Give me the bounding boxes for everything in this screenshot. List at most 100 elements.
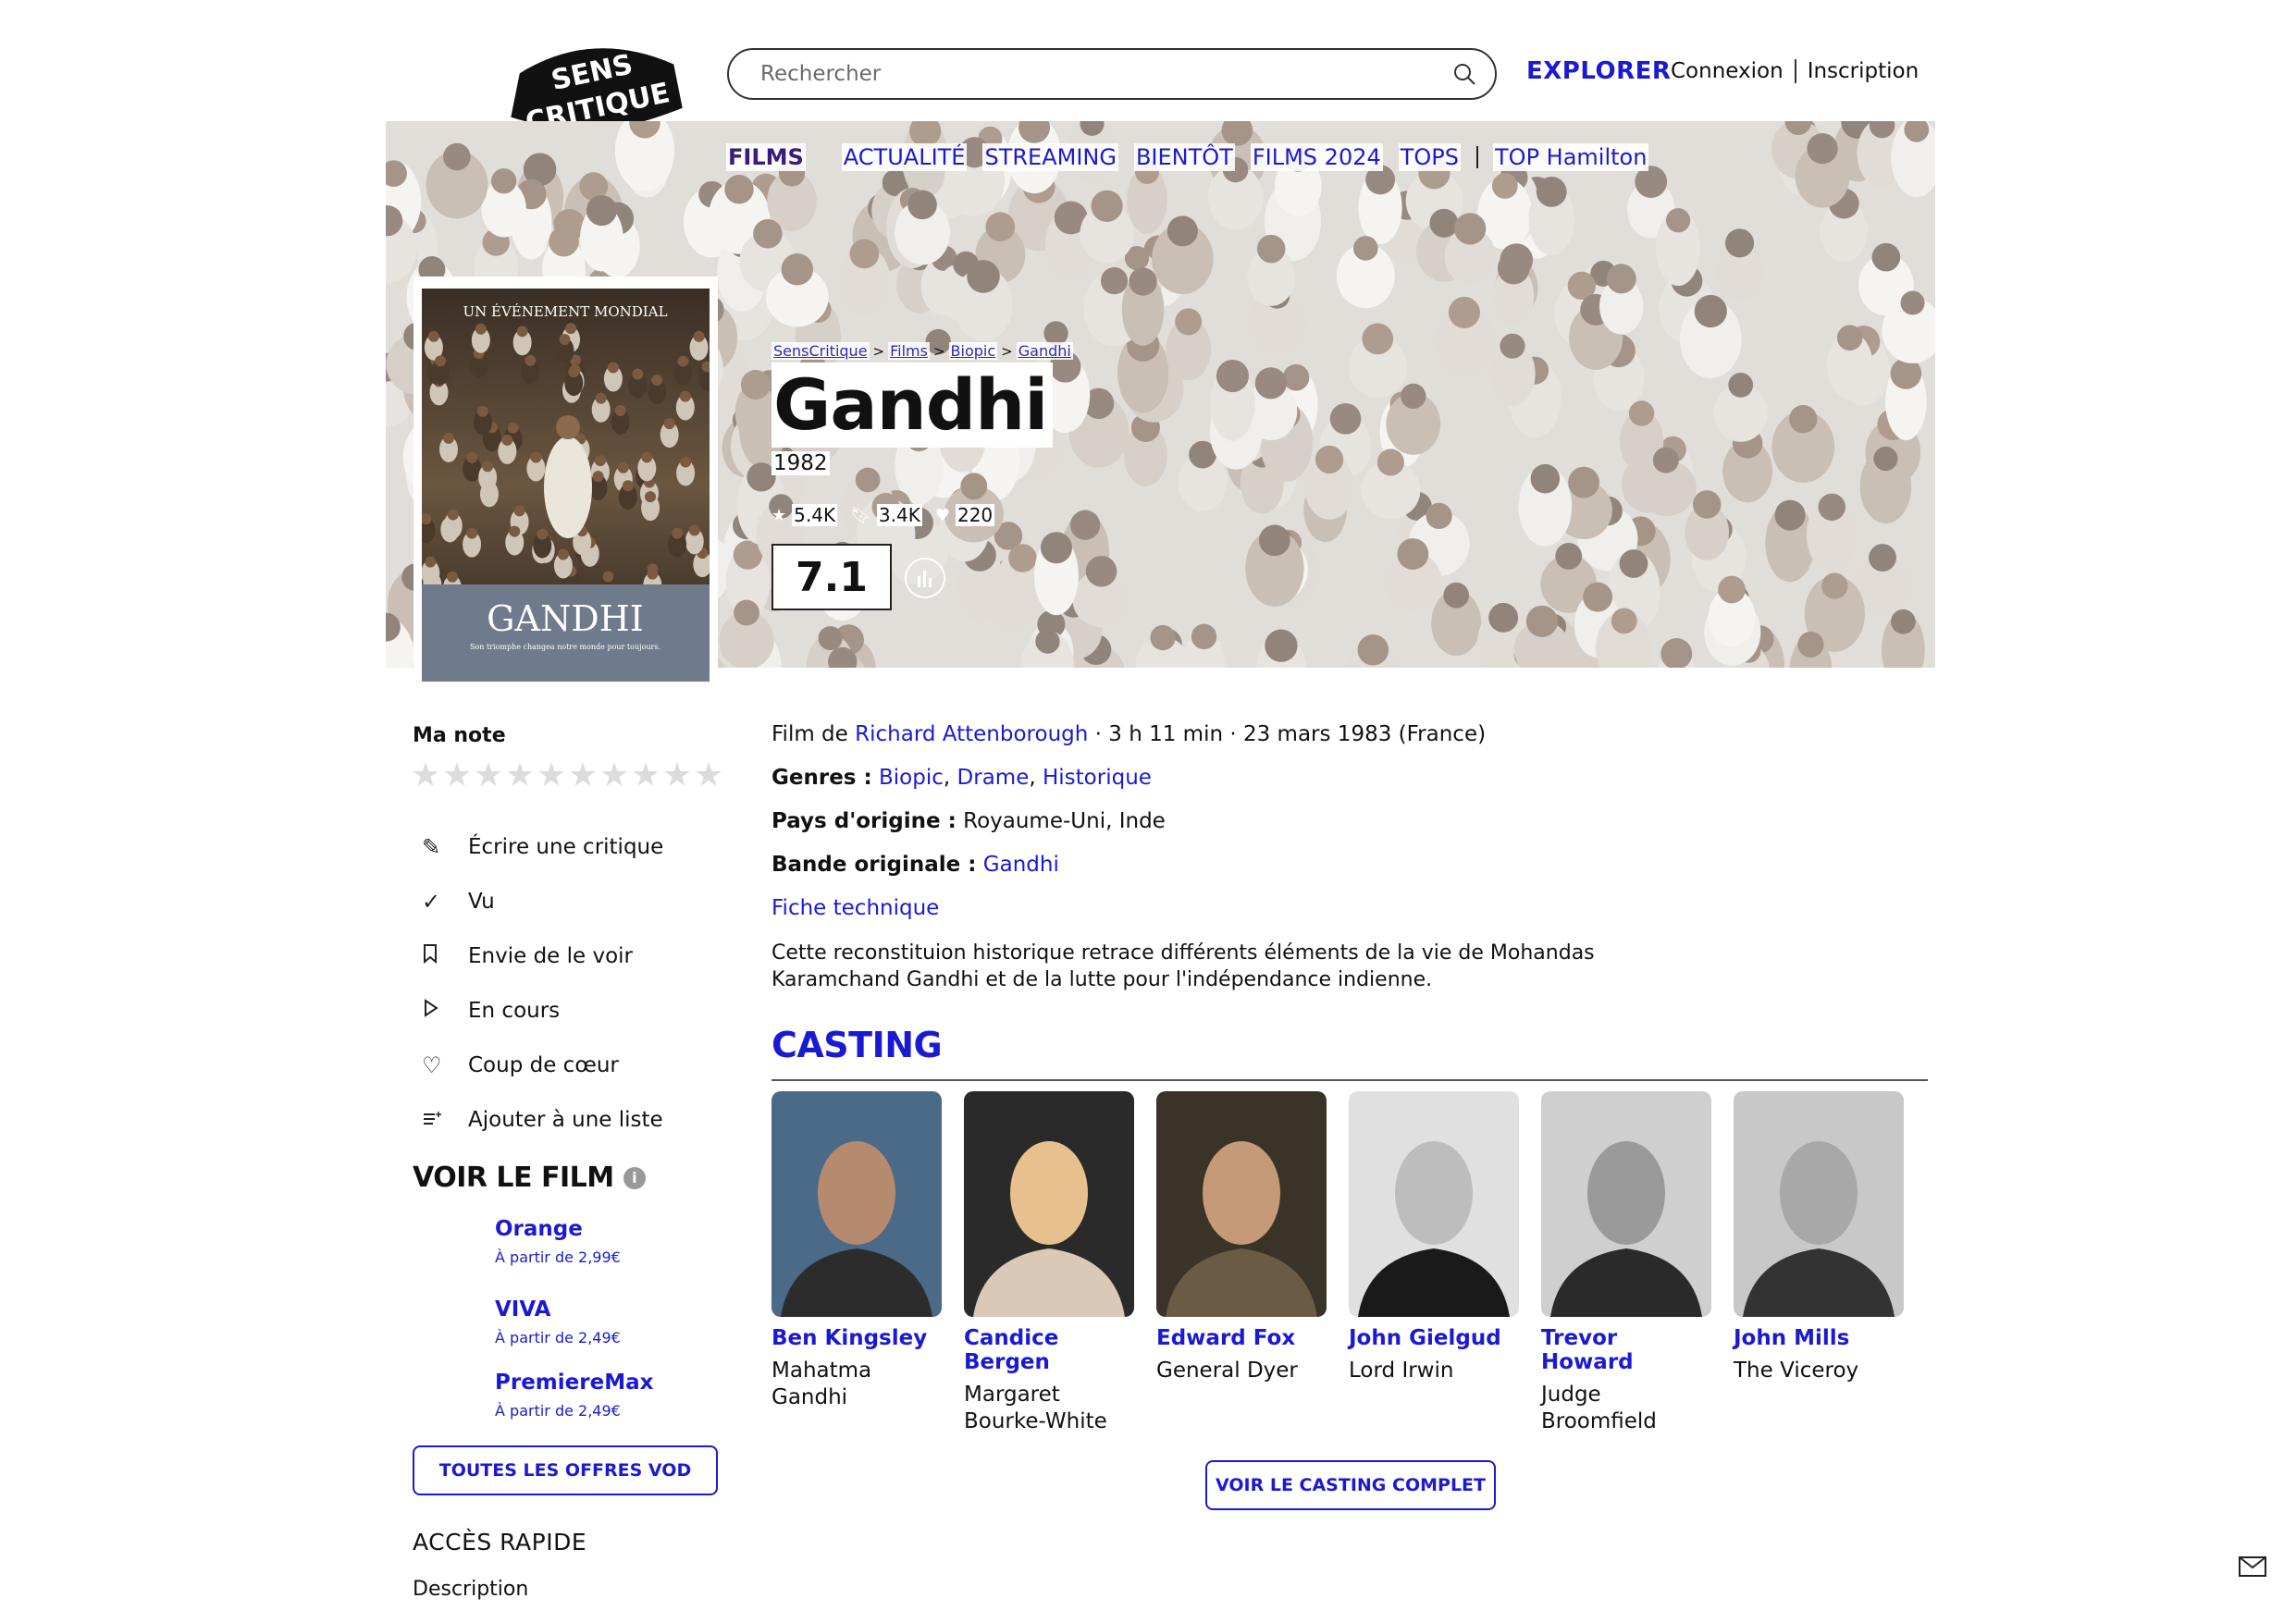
casting-divider — [772, 1079, 1928, 1081]
action-wishlist[interactable]: Envie de le voir — [413, 928, 663, 983]
cast-card[interactable]: Ben Kingsley Mahatma Gandhi — [772, 1091, 942, 1411]
action-label: En cours — [468, 998, 561, 1023]
rating-distribution-button[interactable] — [905, 558, 945, 598]
all-vod-offers-button[interactable]: TOUTES LES OFFRES VOD — [413, 1445, 718, 1495]
breadcrumb-senscritique[interactable]: SensCritique — [772, 342, 870, 360]
actor-name[interactable]: John Gielgud — [1349, 1326, 1519, 1350]
info-icon[interactable]: i — [623, 1166, 646, 1189]
actor-name[interactable]: Edward Fox — [1156, 1326, 1327, 1350]
actor-role: Margaret Bourke-White — [964, 1383, 1107, 1433]
actor-photo[interactable] — [1734, 1091, 1904, 1317]
actor-photo[interactable] — [1349, 1091, 1519, 1317]
quick-access-description-link[interactable]: Description — [413, 1578, 528, 1601]
soundtrack-link[interactable]: Gandhi — [983, 853, 1059, 877]
vod-offer-premieremax[interactable]: PremiereMax À partir de 2,49€ — [495, 1371, 653, 1420]
cast-card[interactable]: John Gielgud Lord Irwin — [1349, 1091, 1519, 1384]
rating-star-icon[interactable]: ★ — [473, 756, 504, 794]
action-label: Envie de le voir — [468, 943, 634, 968]
genres-label: Genres : — [772, 766, 872, 790]
poster-tagline: Son triomphe changea notre monde pour to… — [470, 643, 660, 651]
nav-top-hamilton[interactable]: TOP Hamilton — [1493, 143, 1649, 171]
tech-sheet-link[interactable]: Fiche technique — [772, 896, 939, 920]
movie-poster[interactable]: UN ÉVÉNEMENT MONDIAL GANDHI Son triomphe… — [422, 289, 710, 682]
auth-links: Connexion Inscription — [1671, 59, 1919, 83]
action-write-review[interactable]: ✎ Écrire une critique — [413, 819, 663, 874]
action-favorite[interactable]: ♡ Coup de cœur — [413, 1038, 663, 1092]
cast-card[interactable]: Candice Bergen Margaret Bourke-White — [964, 1091, 1134, 1435]
nav-tops[interactable]: TOPS — [1398, 143, 1462, 171]
rating-star-icon[interactable]: ★ — [693, 756, 724, 794]
rating-star-icon[interactable]: ★ — [599, 756, 630, 794]
star-icon: ★ — [772, 505, 787, 525]
mail-icon[interactable] — [2239, 1556, 2266, 1577]
heart-icon: ♥ — [934, 505, 950, 525]
actor-name[interactable]: Trevor Howard — [1541, 1326, 1711, 1374]
watch-section-title: VOIR LE FILM i — [413, 1162, 646, 1194]
director-line: Film de Richard Attenborough · 3 h 11 mi… — [772, 722, 1486, 746]
nav-streaming[interactable]: STREAMING — [982, 143, 1118, 171]
movie-details: · 3 h 11 min · 23 mars 1983 (France) — [1094, 722, 1487, 746]
signup-link[interactable]: Inscription — [1808, 59, 1920, 83]
my-rating-label: Ma note — [413, 724, 506, 747]
movie-year: 1982 — [772, 451, 830, 475]
actor-photo[interactable] — [964, 1091, 1134, 1317]
genre-link[interactable]: Biopic — [879, 766, 944, 790]
heart-icon: ♡ — [422, 1051, 442, 1078]
nav-bientot[interactable]: BIENTÔT — [1133, 143, 1235, 171]
play-icon — [413, 998, 468, 1024]
director-prefix: Film de — [772, 722, 848, 746]
search-input[interactable] — [759, 61, 1452, 87]
action-seen[interactable]: ✓ Vu — [413, 874, 663, 928]
user-actions: ✎ Écrire une critique ✓ Vu Envie de le v… — [413, 819, 663, 1147]
breadcrumb-separator: > — [872, 342, 885, 360]
cast-card[interactable]: Trevor Howard Judge Broomfield — [1541, 1091, 1711, 1435]
actor-photo[interactable] — [1156, 1091, 1327, 1317]
actor-name[interactable]: John Mills — [1734, 1326, 1904, 1350]
bookmark-icon: 🔖︎ — [850, 505, 871, 525]
vod-offer-orange[interactable]: Orange À partir de 2,99€ — [495, 1217, 621, 1266]
rating-star-icon[interactable]: ★ — [536, 756, 567, 794]
vod-offer-viva[interactable]: VIVA À partir de 2,49€ — [495, 1297, 621, 1346]
bookmark-icon — [413, 943, 468, 969]
genre-link[interactable]: Historique — [1043, 766, 1152, 790]
breadcrumb-films[interactable]: Films — [888, 342, 930, 360]
genre-link[interactable]: Drame — [957, 766, 1030, 790]
search-bar[interactable] — [727, 48, 1497, 100]
pencil-icon: ✎ — [422, 833, 441, 860]
breadcrumb: SensCritique > Films > Biopic > Gandhi — [772, 342, 1073, 360]
rating-star-icon[interactable]: ★ — [410, 756, 441, 794]
nav-films[interactable]: FILMS — [726, 143, 806, 171]
vod-name: Orange — [495, 1217, 583, 1241]
action-add-to-list[interactable]: Ajouter à une liste — [413, 1092, 663, 1147]
rating-star-icon[interactable]: ★ — [661, 756, 693, 794]
rating-star-icon[interactable]: ★ — [630, 756, 661, 794]
bar-chart-icon — [918, 571, 932, 587]
action-in-progress[interactable]: En cours — [413, 983, 663, 1038]
actor-role: The Viceroy — [1734, 1359, 1859, 1383]
full-cast-button[interactable]: VOIR LE CASTING COMPLET — [1205, 1460, 1496, 1510]
rating-star-icon[interactable]: ★ — [567, 756, 599, 794]
rating-star-icon[interactable]: ★ — [504, 756, 536, 794]
cast-card[interactable]: Edward Fox General Dyer — [1156, 1091, 1327, 1384]
vod-price: À partir de 2,49€ — [495, 1402, 621, 1420]
breadcrumb-separator: > — [932, 342, 945, 360]
search-icon[interactable] — [1452, 62, 1476, 86]
breadcrumb-biopic[interactable]: Biopic — [948, 342, 998, 360]
actor-photo[interactable] — [772, 1091, 942, 1317]
rating-star-icon[interactable]: ★ — [441, 756, 473, 794]
explore-link[interactable]: EXPLORER — [1526, 57, 1671, 85]
actor-name[interactable]: Candice Bergen — [964, 1326, 1134, 1374]
my-rating-stars[interactable]: ★ ★ ★ ★ ★ ★ ★ ★ ★ ★ — [410, 756, 724, 794]
actor-name[interactable]: Ben Kingsley — [772, 1326, 942, 1350]
stat-wishlist: 🔖︎ 3.4K — [850, 504, 922, 526]
nav-actualite[interactable]: ACTUALITÉ — [841, 143, 968, 171]
login-link[interactable]: Connexion — [1671, 59, 1784, 83]
actor-role: General Dyer — [1156, 1359, 1298, 1383]
director-link[interactable]: Richard Attenborough — [855, 722, 1088, 746]
country-label: Pays d'origine : — [772, 809, 957, 833]
actor-photo[interactable] — [1541, 1091, 1711, 1317]
cast-card[interactable]: John Mills The Viceroy — [1734, 1091, 1904, 1384]
main-nav: FILMS ACTUALITÉ STREAMING BIENTÔT FILMS … — [726, 143, 1664, 171]
breadcrumb-gandhi[interactable]: Gandhi — [1016, 342, 1073, 360]
nav-films-2024[interactable]: FILMS 2024 — [1250, 143, 1383, 171]
